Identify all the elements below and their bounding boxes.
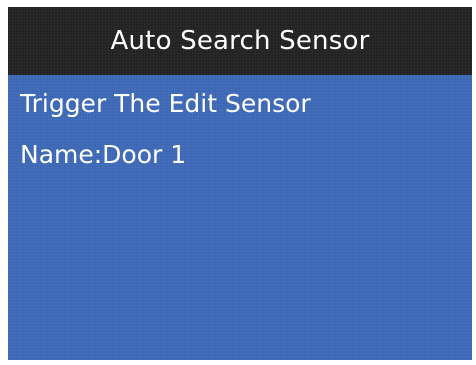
sensor-name-text: Name:Door 1 [20,140,187,169]
device-screen: Auto Search Sensor Trigger The Edit Sens… [8,7,472,360]
title-bar: Auto Search Sensor [8,7,472,75]
screen-title: Auto Search Sensor [110,26,370,56]
screen-content: Trigger The Edit Sensor Name:Door 1 [8,75,472,170]
instruction-text: Trigger The Edit Sensor [20,89,311,118]
